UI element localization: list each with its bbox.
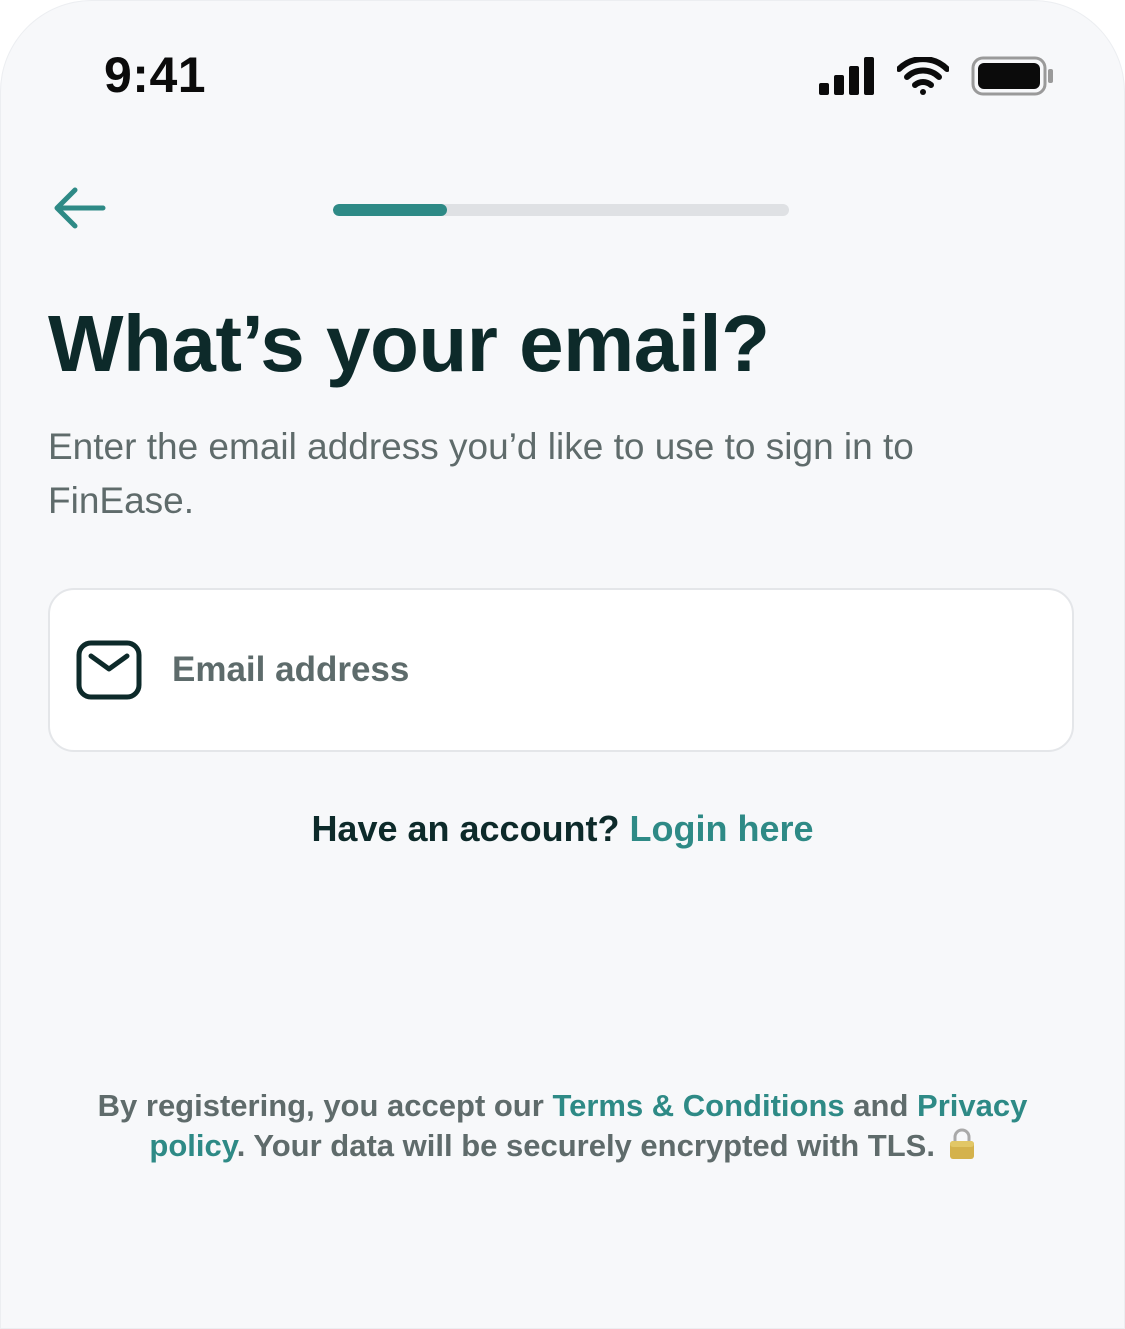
top-navigation (0, 170, 1125, 250)
terms-link[interactable]: Terms & Conditions (552, 1088, 844, 1123)
legal-conjunction: and (853, 1088, 909, 1123)
login-prompt: Have an account? Login here (0, 808, 1125, 850)
status-time: 9:41 (104, 47, 207, 103)
legal-prefix: By registering, you accept our (97, 1088, 544, 1123)
progress-bar-fill (333, 204, 447, 216)
wifi-icon (896, 56, 950, 100)
page-title: What’s your email? (48, 299, 770, 388)
phone-screen: 9:41 What’s your email? Enter the email … (0, 0, 1125, 1329)
email-field[interactable] (48, 588, 1074, 752)
arrow-left-icon (51, 186, 107, 235)
status-icons (819, 56, 1055, 101)
legal-notice: By registering, you accept our Terms & C… (60, 1086, 1065, 1170)
login-link[interactable]: Login here (630, 808, 814, 849)
login-prompt-text: Have an account? (311, 808, 620, 849)
email-input[interactable] (170, 649, 1072, 691)
lock-icon (948, 1128, 976, 1170)
mail-icon (76, 639, 142, 701)
progress-bar (333, 204, 789, 216)
battery-icon (971, 56, 1055, 101)
status-bar: 9:41 (0, 0, 1125, 150)
page-subtitle: Enter the email address you’d like to us… (48, 426, 914, 521)
legal-suffix: . Your data will be securely encrypted w… (236, 1128, 935, 1163)
back-button[interactable] (44, 182, 114, 238)
cellular-signal-icon (819, 57, 875, 100)
